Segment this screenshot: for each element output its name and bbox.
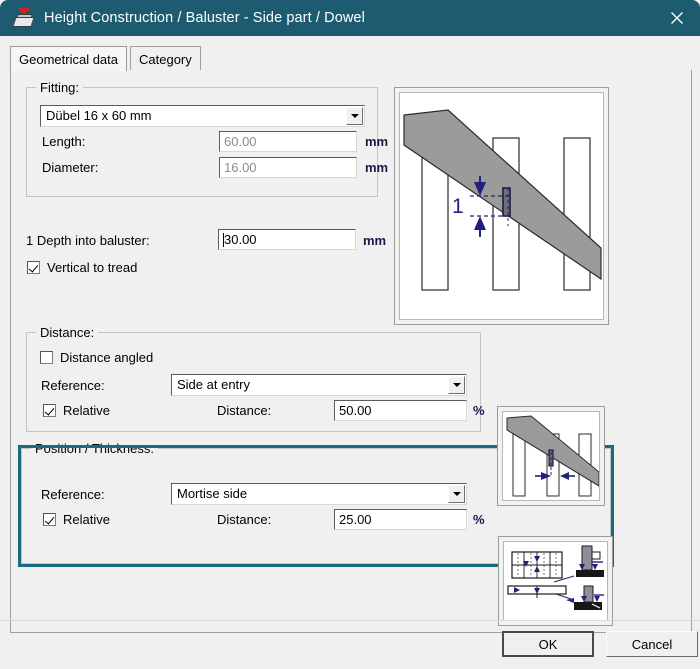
ok-button-label: OK: [538, 636, 558, 652]
chevron-down-icon[interactable]: [448, 485, 465, 503]
window-title: Height Construction / Baluster - Side pa…: [44, 10, 365, 26]
fitting-combo[interactable]: Dübel 16 x 60 mm: [40, 105, 365, 127]
distance-angled-label: Distance angled: [60, 350, 154, 365]
position-relative-label: Relative: [63, 512, 110, 527]
preview-position-thickness: [498, 536, 613, 626]
dialog-window: Height Construction / Baluster - Side pa…: [0, 0, 700, 669]
depth-into-baluster-label: 1 Depth into baluster:: [26, 233, 150, 248]
group-distance-title: Distance:: [36, 325, 99, 340]
length-value: 60.00: [224, 134, 257, 149]
position-distance-value: 25.00: [339, 512, 372, 527]
chevron-down-icon[interactable]: [346, 107, 363, 125]
position-relative-checkbox[interactable]: Relative: [43, 512, 110, 527]
vertical-to-tread-label: Vertical to tread: [47, 260, 138, 275]
stair-handrail-baluster-dowel-depth-diagram: 1: [403, 109, 602, 291]
distance-relative-label: Relative: [63, 403, 110, 418]
client-area: Geometrical data Category Fitting: Dübel…: [0, 36, 700, 669]
diameter-value: 16.00: [224, 160, 257, 175]
diameter-field: 16.00: [219, 157, 357, 178]
diameter-unit: mm: [365, 160, 389, 175]
cancel-button[interactable]: Cancel: [606, 631, 698, 657]
checkbox-box: [27, 261, 40, 274]
cancel-button-label: Cancel: [631, 636, 673, 652]
distance-relative-checkbox[interactable]: Relative: [43, 403, 110, 418]
distance-reference-combo[interactable]: Side at entry: [171, 374, 467, 396]
tab-geometrical-data-label: Geometrical data: [19, 51, 118, 67]
distance-reference-value: Side at entry: [177, 377, 250, 392]
depth-into-baluster-field[interactable]: 30.00: [218, 229, 356, 250]
tab-strip: Geometrical data Category: [10, 46, 692, 71]
ok-button[interactable]: OK: [502, 631, 594, 657]
preview-main: 1: [394, 87, 609, 325]
group-position-thickness-title: Position / Thickness:: [31, 441, 158, 456]
close-icon[interactable]: [654, 0, 700, 36]
checkbox-box: [43, 513, 56, 526]
checkbox-box: [43, 404, 56, 417]
tab-geometrical-data[interactable]: Geometrical data: [10, 46, 127, 71]
position-reference-combo[interactable]: Mortise side: [171, 483, 467, 505]
vertical-to-tread-checkbox[interactable]: Vertical to tread: [27, 260, 137, 275]
distance-angled-checkbox[interactable]: Distance angled: [40, 350, 153, 365]
depth-into-baluster-value: 30.00: [224, 232, 257, 247]
group-distance: Distance: Distance angled Reference: Sid…: [26, 325, 485, 432]
depth-unit: mm: [363, 233, 387, 248]
main-dimension-label: 1: [452, 195, 464, 218]
distance-value-label: Distance:: [217, 403, 272, 418]
length-label: Length:: [42, 134, 86, 149]
stair-handrail-baluster-distance-diagram: [506, 415, 599, 497]
distance-unit: %: [473, 403, 485, 418]
hand-plane-icon: [12, 8, 35, 28]
preview-distance: [497, 406, 605, 506]
group-fitting: Fitting: Dübel 16 x 60 mm Length: 60.00 …: [26, 80, 388, 197]
chevron-down-icon[interactable]: [448, 376, 465, 394]
position-distance-unit: %: [473, 512, 485, 527]
fitting-combo-value: Dübel 16 x 60 mm: [46, 108, 152, 123]
tab-panel-geometrical-data: Fitting: Dübel 16 x 60 mm Length: 60.00 …: [10, 70, 692, 633]
tab-category[interactable]: Category: [130, 46, 201, 71]
length-field: 60.00: [219, 131, 357, 152]
group-fitting-title: Fitting:: [36, 80, 84, 95]
distance-value-field[interactable]: 50.00: [334, 400, 467, 421]
checkbox-box: [40, 351, 53, 364]
distance-reference-label: Reference:: [41, 378, 105, 393]
tab-category-label: Category: [139, 51, 192, 67]
position-reference-value: Mortise side: [177, 486, 248, 501]
position-reference-label: Reference:: [41, 487, 105, 502]
technical-drawing-position-thickness-diagram: [507, 545, 604, 610]
distance-value: 50.00: [339, 403, 372, 418]
position-distance-field[interactable]: 25.00: [334, 509, 467, 530]
length-unit: mm: [365, 134, 389, 149]
diameter-label: Diameter:: [42, 160, 99, 175]
position-distance-label: Distance:: [217, 512, 272, 527]
bottom-separator: [0, 620, 700, 621]
title-bar: Height Construction / Baluster - Side pa…: [0, 0, 700, 36]
